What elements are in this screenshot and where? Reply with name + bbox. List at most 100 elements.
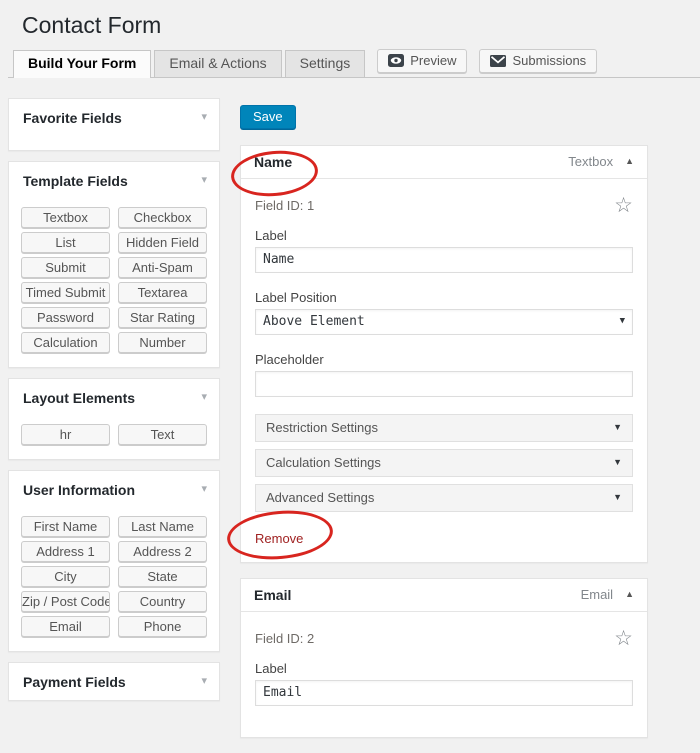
content-area: Favorite Fields ▾ Template Fields ▾ Text…	[8, 78, 700, 753]
submissions-button[interactable]: Submissions	[479, 48, 598, 73]
field-id-label: Field ID: 1	[255, 197, 315, 213]
label-input[interactable]	[255, 246, 633, 273]
favorite-star-icon[interactable]: ☆	[614, 195, 633, 216]
label-position-group: Label Position Above Element ▼	[255, 290, 633, 335]
restriction-settings-accordion[interactable]: Restriction Settings ▼	[255, 413, 633, 442]
label-position-select[interactable]: Above Element ▼	[255, 308, 633, 335]
tab-settings[interactable]: Settings	[284, 49, 366, 77]
label-caption: Label	[255, 227, 287, 243]
field-panel-body: Field ID: 1 ☆ Label Label Position Above…	[241, 179, 647, 562]
chevron-down-icon: ▼	[613, 456, 622, 467]
sidebar-panel-template-fields: Template Fields ▾ Textbox Checkbox List …	[8, 160, 220, 368]
field-title: Email	[254, 586, 292, 603]
fields-sidebar: Favorite Fields ▾ Template Fields ▾ Text…	[8, 97, 220, 753]
field-button-submit[interactable]: Submit	[21, 256, 110, 278]
save-button[interactable]: Save	[240, 104, 296, 129]
field-id-row: Field ID: 1 ☆	[255, 195, 633, 216]
preview-button[interactable]: Preview	[377, 48, 468, 73]
chevron-down-icon[interactable]: ▾	[201, 392, 207, 403]
field-button-password[interactable]: Password	[21, 306, 110, 328]
field-type-label: Email	[580, 587, 614, 603]
field-button-textbox[interactable]: Textbox	[21, 206, 110, 228]
chevron-down-icon[interactable]: ▾	[201, 484, 207, 495]
field-button-state[interactable]: State	[118, 565, 207, 587]
panel-header-layout-elements[interactable]: Layout Elements ▾	[9, 379, 219, 416]
chevron-down-icon: ▼	[613, 491, 622, 502]
panel-body: First Name Last Name Address 1 Address 2…	[9, 508, 219, 651]
field-button-timed-submit[interactable]: Timed Submit	[21, 281, 110, 303]
advanced-settings-accordion[interactable]: Advanced Settings ▼	[255, 483, 633, 512]
preview-button-label: Preview	[410, 53, 457, 69]
field-button-calculation[interactable]: Calculation	[21, 331, 110, 353]
sidebar-panel-layout-elements: Layout Elements ▾ hr Text	[8, 377, 220, 460]
remove-link[interactable]: Remove	[255, 531, 303, 546]
sidebar-panel-payment-fields: Payment Fields ▾	[8, 661, 220, 701]
field-button-text[interactable]: Text	[118, 423, 207, 445]
panel-header-template-fields[interactable]: Template Fields ▾	[9, 162, 219, 199]
favorite-star-icon[interactable]: ☆	[614, 628, 633, 649]
sidebar-panel-favorite-fields: Favorite Fields ▾	[8, 97, 220, 151]
field-button-country[interactable]: Country	[118, 590, 207, 612]
field-panel-body: Field ID: 2 ☆ Label	[241, 612, 647, 737]
field-button-number[interactable]: Number	[118, 331, 207, 353]
field-button-phone[interactable]: Phone	[118, 615, 207, 637]
panel-title: Template Fields	[23, 172, 128, 189]
placeholder-input[interactable]	[255, 370, 633, 397]
label-input[interactable]	[255, 679, 633, 706]
field-title: Name	[254, 153, 293, 170]
panel-title: Favorite Fields	[23, 109, 122, 126]
field-button-textarea[interactable]: Textarea	[118, 281, 207, 303]
panel-header-user-information[interactable]: User Information ▾	[9, 471, 219, 508]
field-button-anti-spam[interactable]: Anti-Spam	[118, 256, 207, 278]
user-information-buttons: First Name Last Name Address 1 Address 2…	[21, 515, 207, 637]
preview-eye-icon	[388, 54, 405, 68]
collapse-arrow-icon[interactable]: ▲	[625, 590, 634, 599]
panel-header-favorite-fields[interactable]: Favorite Fields ▾	[9, 99, 219, 136]
accordion-label: Calculation Settings	[266, 454, 381, 470]
chevron-down-icon[interactable]: ▾	[201, 112, 207, 123]
field-button-hr[interactable]: hr	[21, 423, 110, 445]
accordion-label: Advanced Settings	[266, 489, 375, 505]
field-button-last-name[interactable]: Last Name	[118, 515, 207, 537]
tab-email-and-actions[interactable]: Email & Actions	[154, 49, 282, 77]
collapse-arrow-icon[interactable]: ▲	[625, 157, 634, 166]
select-caret-icon: ▼	[619, 316, 625, 327]
chevron-down-icon[interactable]: ▾	[201, 175, 207, 186]
placeholder-group: Placeholder	[255, 352, 633, 397]
field-button-zip-post-code[interactable]: Zip / Post Code	[21, 590, 110, 612]
chevron-down-icon[interactable]: ▾	[201, 676, 207, 687]
field-panel-name: Name Textbox ▲ Field ID: 1 ☆ Label Name …	[240, 144, 648, 563]
sidebar-panel-user-information: User Information ▾ First Name Last Name …	[8, 469, 220, 652]
panel-title: Layout Elements	[23, 389, 136, 406]
field-id-label: Field ID: 2	[255, 630, 315, 646]
field-button-address-1[interactable]: Address 1	[21, 540, 110, 562]
field-button-list[interactable]: List	[21, 231, 110, 253]
label-group: Label	[255, 661, 633, 706]
label-caption: Label	[255, 660, 287, 676]
calculation-settings-accordion[interactable]: Calculation Settings ▼	[255, 448, 633, 477]
form-builder-main: Save Name Textbox ▲ Field ID: 1 ☆ Label …	[240, 98, 648, 753]
panel-header-payment-fields[interactable]: Payment Fields ▾	[9, 663, 219, 700]
accordion-label: Restriction Settings	[266, 419, 378, 435]
page-root: Contact Form Build Your Form Email & Act…	[0, 0, 700, 738]
field-button-first-name[interactable]: First Name	[21, 515, 110, 537]
field-button-checkbox[interactable]: Checkbox	[118, 206, 207, 228]
field-button-address-2[interactable]: Address 2	[118, 540, 207, 562]
field-button-city[interactable]: City	[21, 565, 110, 587]
field-button-hidden-field[interactable]: Hidden Field	[118, 231, 207, 253]
field-button-star-rating[interactable]: Star Rating	[118, 306, 207, 328]
field-panel-header-email[interactable]: Email Email ▲	[241, 579, 647, 612]
field-panel-header-name[interactable]: Name Textbox ▲	[241, 146, 647, 179]
tab-build-your-form[interactable]: Build Your Form	[13, 49, 152, 78]
label-position-caption: Label Position	[255, 289, 337, 305]
field-button-email[interactable]: Email	[21, 615, 110, 637]
field-panel-email: Email Email ▲ Field ID: 2 ☆ Label	[240, 577, 648, 738]
panel-body: hr Text	[9, 416, 219, 459]
field-id-row: Field ID: 2 ☆	[255, 628, 633, 649]
field-type-label: Textbox	[568, 154, 614, 170]
placeholder-caption: Placeholder	[255, 351, 324, 367]
panel-body: Textbox Checkbox List Hidden Field Submi…	[9, 199, 219, 367]
layout-element-buttons: hr Text	[21, 423, 207, 445]
panel-body-empty	[9, 136, 219, 150]
page-title: Contact Form	[22, 12, 162, 38]
